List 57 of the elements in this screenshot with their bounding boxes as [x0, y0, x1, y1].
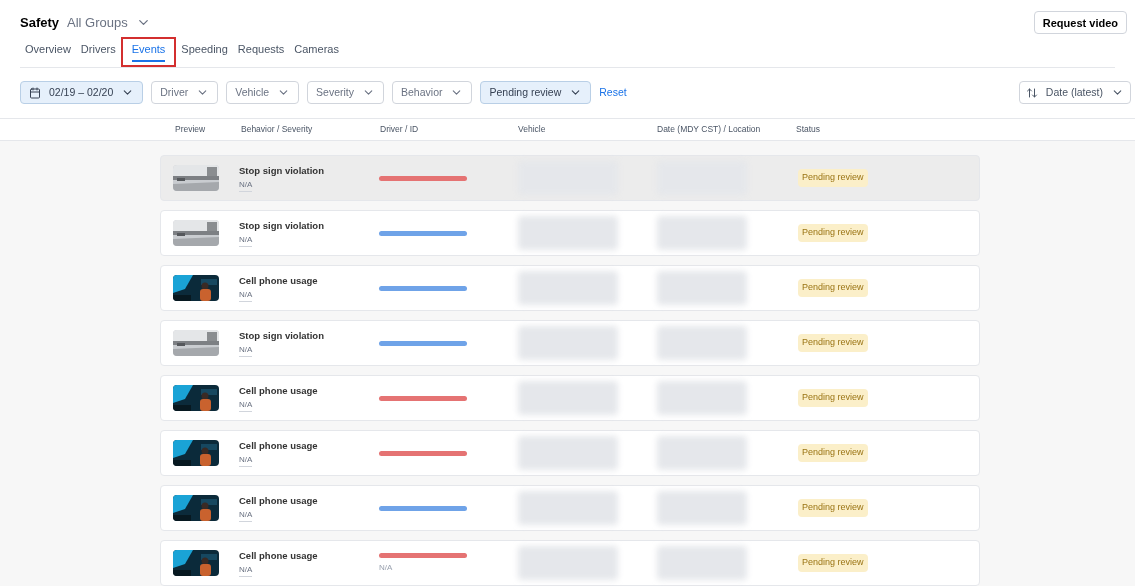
- event-row[interactable]: Cell phone usage N/A N/A Pending review: [160, 540, 980, 586]
- behavior-label: Cell phone usage: [239, 439, 319, 454]
- behavior-label: Cell phone usage: [239, 494, 319, 509]
- filter-dropdown[interactable]: 02/19 – 02/20: [20, 81, 144, 105]
- status-badge: Pending review: [798, 389, 868, 407]
- event-row[interactable]: Stop sign violation N/A Pending review: [160, 210, 980, 256]
- severity-label: N/A: [239, 288, 253, 302]
- status-badge: Pending review: [798, 499, 868, 517]
- sort-dropdown[interactable]: Date (latest): [1018, 81, 1131, 105]
- reset-link[interactable]: Reset: [599, 85, 627, 101]
- tab[interactable]: Drivers: [75, 36, 121, 67]
- column-header: Driver / ID: [380, 123, 420, 136]
- event-row[interactable]: Cell phone usage N/A Pending review: [160, 265, 980, 311]
- filter-dropdown[interactable]: Behavior: [392, 81, 473, 105]
- event-row[interactable]: Cell phone usage N/A Pending review: [160, 430, 980, 476]
- page-title: Safety: [20, 14, 60, 33]
- filter-dropdown[interactable]: Driver: [151, 81, 219, 105]
- severity-label: N/A: [239, 508, 253, 522]
- severity-label: N/A: [239, 178, 253, 192]
- severity-label: N/A: [239, 453, 253, 467]
- status-badge: Pending review: [798, 554, 868, 572]
- tab[interactable]: Overview: [20, 36, 76, 67]
- tab[interactable]: Requests: [232, 36, 290, 67]
- status-badge: Pending review: [798, 224, 868, 242]
- filter-dropdown[interactable]: Pending review: [480, 81, 592, 105]
- column-header: Date (MDY CST) / Location: [657, 123, 762, 136]
- behavior-label: Stop sign violation: [239, 329, 325, 344]
- column-header: Status: [796, 123, 821, 136]
- tab[interactable]: Speeding: [176, 36, 233, 67]
- severity-label: N/A: [239, 398, 253, 412]
- behavior-label: Cell phone usage: [239, 549, 319, 564]
- sort-icon: [1025, 86, 1038, 99]
- event-row[interactable]: Stop sign violation N/A Pending review: [160, 320, 980, 366]
- severity-label: N/A: [239, 233, 253, 247]
- column-header: Preview: [175, 123, 207, 136]
- filter-dropdown[interactable]: Severity: [307, 81, 385, 105]
- calendar-icon: [29, 86, 41, 99]
- behavior-label: Stop sign violation: [239, 219, 325, 234]
- status-badge: Pending review: [798, 279, 868, 297]
- tab[interactable]: Events: [120, 36, 177, 67]
- behavior-label: Cell phone usage: [239, 384, 319, 399]
- status-badge: Pending review: [798, 169, 868, 187]
- behavior-label: Stop sign violation: [239, 164, 325, 179]
- column-header: Vehicle: [518, 123, 547, 136]
- group-selector[interactable]: All Groups: [67, 13, 151, 33]
- status-badge: Pending review: [798, 334, 868, 352]
- event-row[interactable]: Cell phone usage N/A Pending review: [160, 485, 980, 531]
- column-header: Behavior / Severity: [241, 123, 314, 136]
- driver-id: N/A: [379, 561, 394, 574]
- filter-dropdown[interactable]: Vehicle: [226, 81, 300, 105]
- status-badge: Pending review: [798, 444, 868, 462]
- event-row[interactable]: Cell phone usage N/A Pending review: [160, 375, 980, 421]
- behavior-label: Cell phone usage: [239, 274, 319, 289]
- request-video-button[interactable]: Request video: [1033, 11, 1127, 35]
- tab[interactable]: Cameras: [289, 36, 344, 67]
- severity-label: N/A: [239, 563, 253, 577]
- severity-label: N/A: [239, 343, 253, 357]
